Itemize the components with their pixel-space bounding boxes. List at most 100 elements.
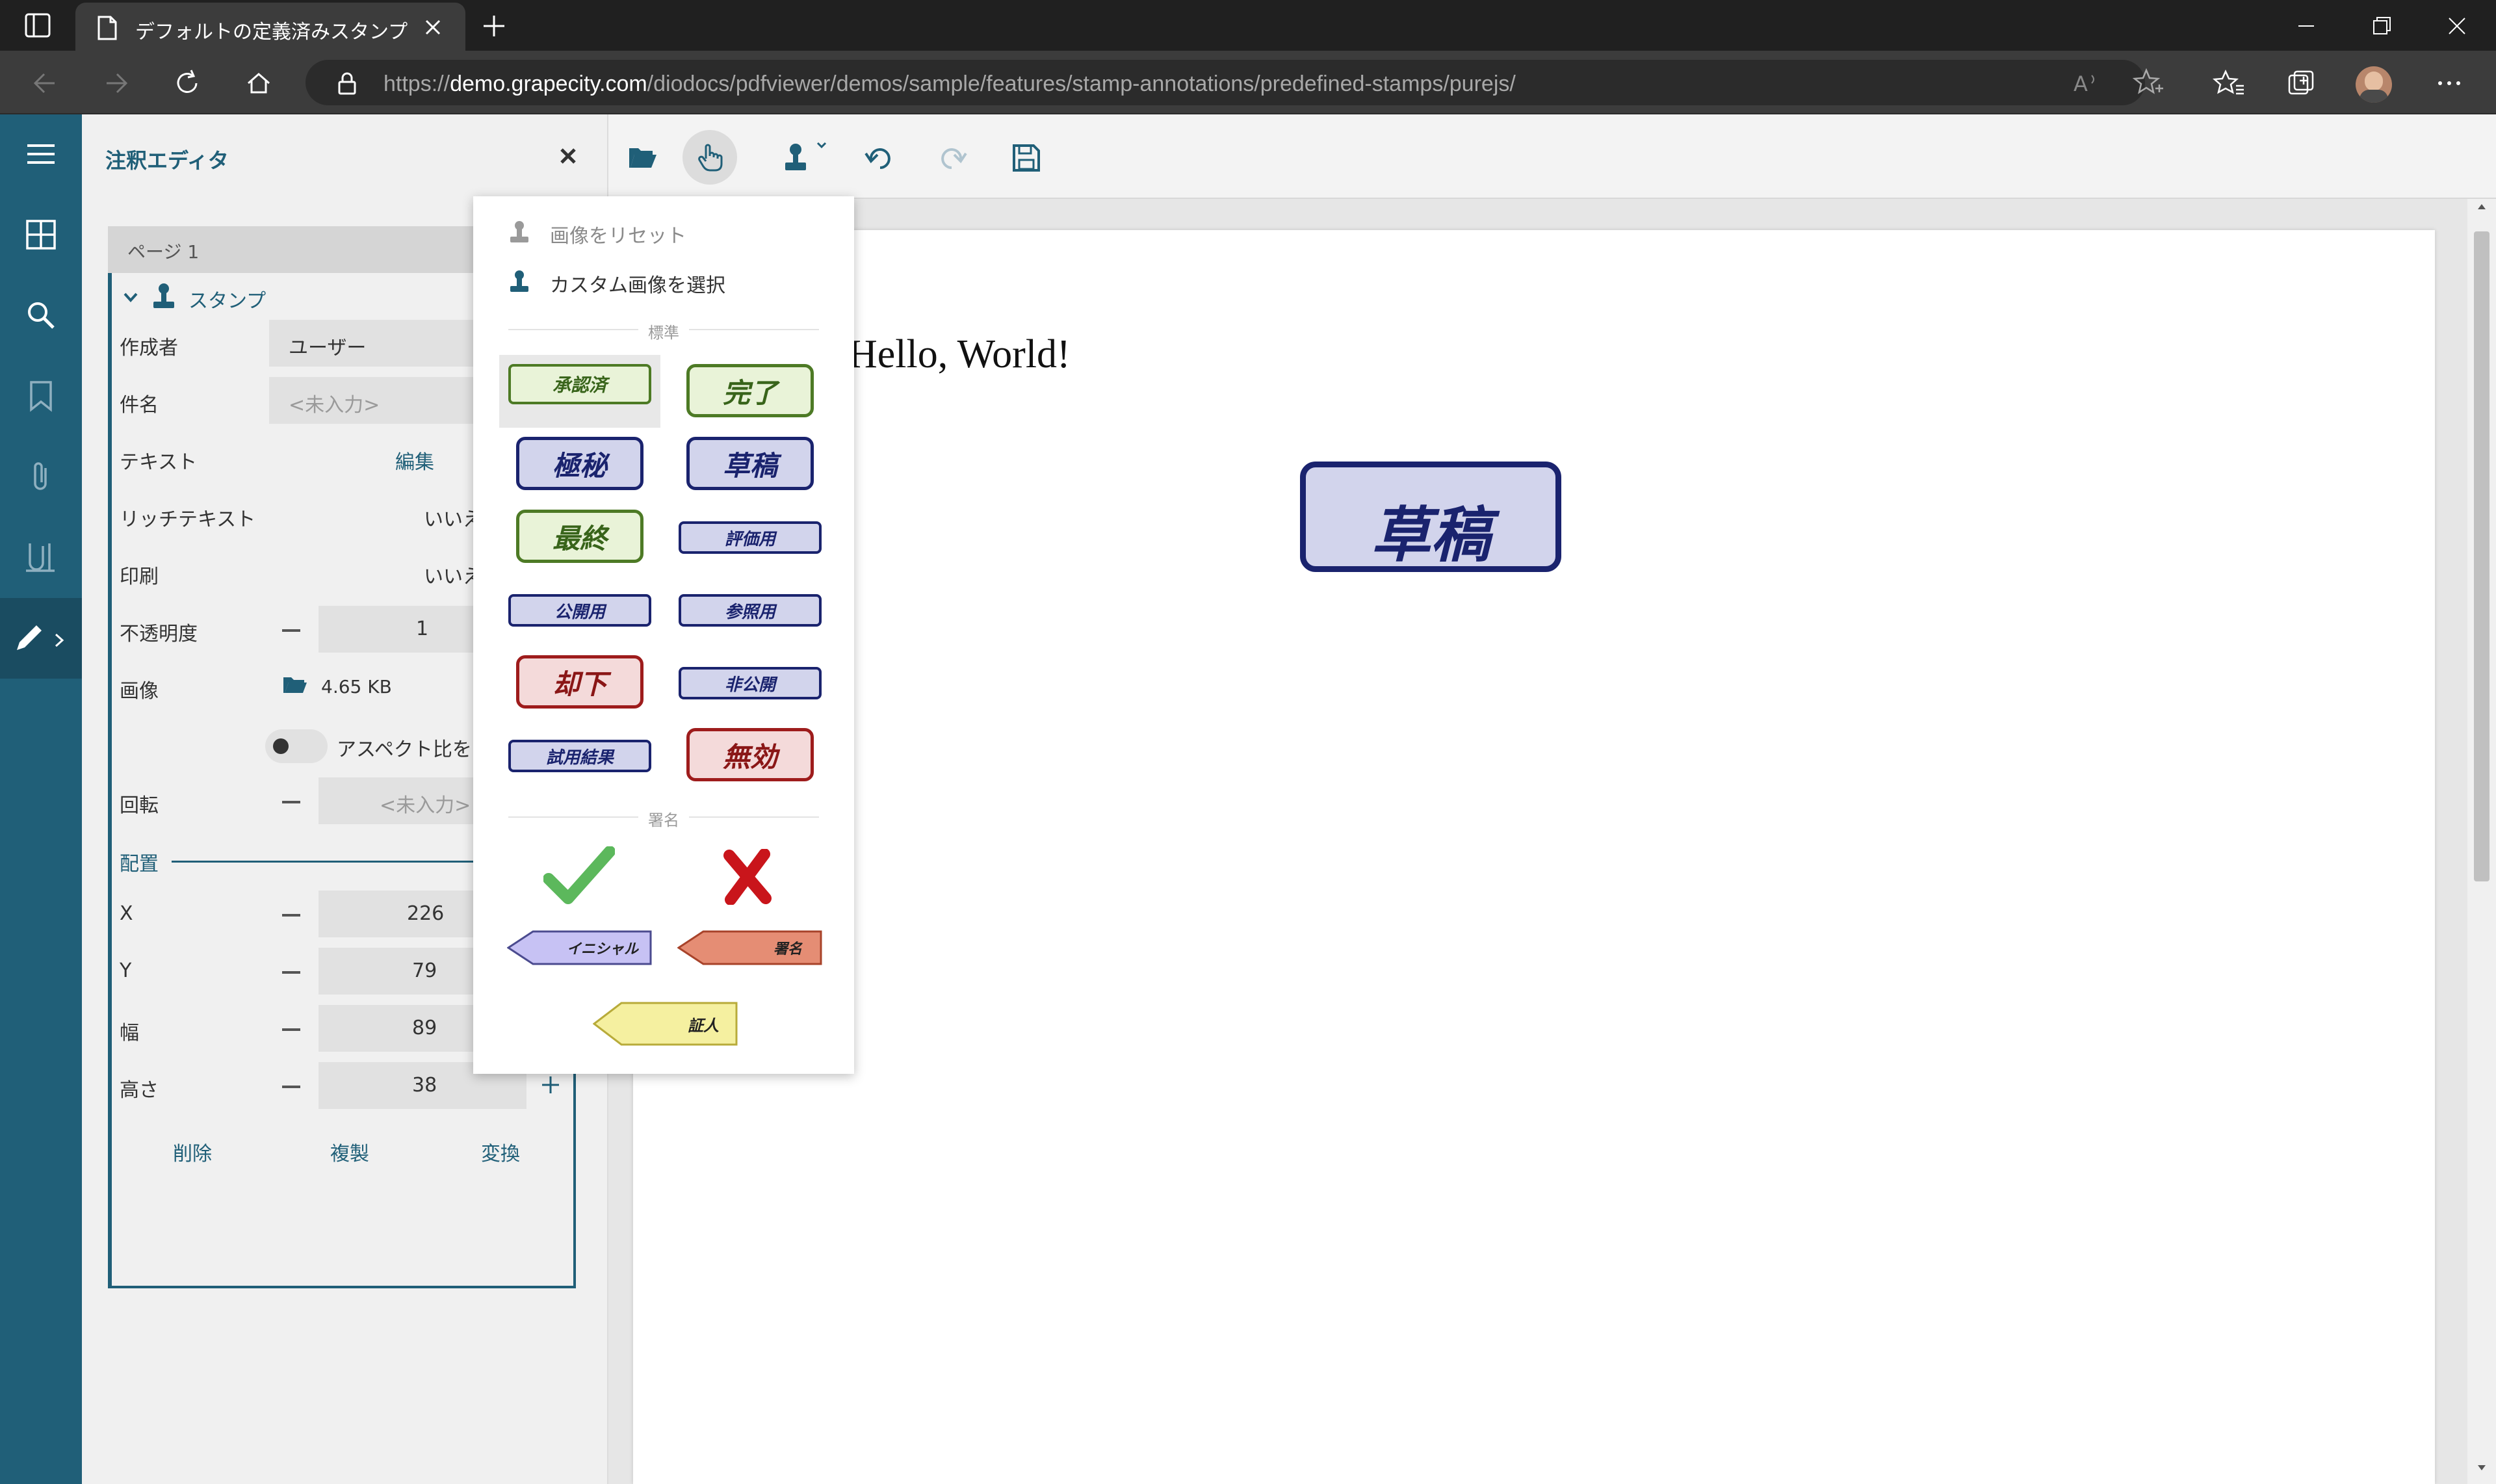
- height-increment-icon[interactable]: [540, 1074, 562, 1096]
- stamp-for-reference[interactable]: 参照用: [679, 594, 822, 627]
- stamp-tool-button[interactable]: [771, 130, 827, 185]
- page-label: ページ 1: [127, 241, 200, 263]
- width-value: 89: [412, 1017, 437, 1039]
- witness-tag-label: 証人: [688, 1017, 719, 1035]
- standard-section-label: 標準: [648, 324, 679, 342]
- width-decrement[interactable]: [282, 1028, 300, 1031]
- folder-icon[interactable]: [282, 673, 308, 696]
- print-label: 印刷: [120, 566, 159, 588]
- structure-button[interactable]: [0, 517, 82, 598]
- opacity-value: 1: [416, 618, 429, 640]
- stamp-dropdown-menu: 画像をリセット カスタム画像を選択 標準 承認済 完了 極秘 草稿 最終 評価用…: [473, 196, 854, 1074]
- chevron-down-icon[interactable]: [121, 287, 140, 307]
- bookmark-icon: [30, 381, 52, 412]
- stamp-draft[interactable]: 草稿: [686, 437, 814, 490]
- bookmarks-button[interactable]: [0, 356, 82, 437]
- refresh-icon[interactable]: [170, 66, 204, 100]
- height-decrement[interactable]: [282, 1086, 300, 1088]
- stamp-void[interactable]: 無効: [686, 728, 814, 781]
- annotation-editor-button[interactable]: [0, 598, 82, 679]
- avatar-face: [2365, 72, 2383, 91]
- x-mark-stamp-icon[interactable]: [722, 849, 774, 905]
- new-tab-icon[interactable]: [478, 10, 510, 42]
- y-decrement[interactable]: [282, 971, 300, 974]
- opacity-decrement[interactable]: [282, 629, 300, 632]
- close-editor-icon[interactable]: [555, 143, 581, 169]
- stamp-confidential[interactable]: 極秘: [516, 437, 644, 490]
- scroll-down-icon[interactable]: [2475, 1463, 2488, 1473]
- profile-avatar[interactable]: [2356, 66, 2392, 103]
- y-label: Y: [120, 959, 132, 982]
- reset-image-item[interactable]: 画像をリセット: [473, 208, 854, 255]
- attachments-button[interactable]: [0, 437, 82, 517]
- redo-button[interactable]: [926, 130, 980, 185]
- opacity-label: 不透明度: [120, 623, 198, 645]
- select-custom-image-item[interactable]: カスタム画像を選択: [473, 257, 854, 304]
- x-decrement[interactable]: [282, 914, 300, 917]
- close-window-icon[interactable]: [2441, 10, 2473, 42]
- stamp-final[interactable]: 最終: [516, 510, 644, 563]
- rotation-decrement[interactable]: [282, 801, 300, 803]
- more-icon[interactable]: [2432, 66, 2466, 100]
- structure-icon: [26, 543, 55, 572]
- text-edit-link[interactable]: 編集: [395, 446, 434, 475]
- read-aloud-icon[interactable]: A: [2070, 66, 2103, 100]
- rich-text-label: リッチテキスト: [120, 508, 256, 531]
- pan-tool-button[interactable]: [682, 130, 737, 185]
- stamp-rejected[interactable]: 却下: [516, 655, 644, 709]
- back-icon[interactable]: [29, 66, 62, 100]
- height-value: 38: [412, 1074, 437, 1097]
- duplicate-button[interactable]: 複製: [330, 1138, 369, 1166]
- pdf-page[interactable]: [633, 230, 2435, 1484]
- undo-icon: [864, 148, 890, 169]
- aspect-ratio-toggle[interactable]: [265, 729, 328, 763]
- browser-tab-bar: デフォルトの定義済みスタンプ: [0, 0, 2496, 51]
- lock-icon[interactable]: [334, 70, 360, 96]
- placed-stamp-annotation[interactable]: 草稿: [1300, 462, 1561, 572]
- chevron-right-icon: [55, 633, 64, 647]
- close-tab-icon[interactable]: [420, 14, 446, 40]
- thumbnails-button[interactable]: [0, 195, 82, 276]
- editor-header: 注釈エディタ: [82, 114, 608, 199]
- paperclip-icon: [34, 462, 47, 490]
- search-button[interactable]: [0, 276, 82, 356]
- forward-icon[interactable]: [99, 66, 133, 100]
- select-custom-image-label: カスタム画像を選択: [550, 274, 725, 297]
- document-text: Hello, World!: [848, 332, 1071, 376]
- browser-tab[interactable]: デフォルトの定義済みスタンプ: [75, 3, 465, 51]
- convert-button[interactable]: 変換: [481, 1138, 520, 1166]
- collections-icon[interactable]: [2284, 66, 2318, 100]
- editor-title: 注釈エディタ: [105, 148, 229, 173]
- stamp-approved[interactable]: 承認済: [508, 364, 651, 404]
- vertical-scrollbar[interactable]: [2467, 199, 2496, 1484]
- divider: [689, 329, 819, 330]
- check-mark-stamp-icon[interactable]: [543, 846, 615, 905]
- layout-section-label: 配置: [120, 853, 159, 876]
- open-file-button[interactable]: [615, 130, 670, 185]
- save-icon: [1013, 144, 1040, 172]
- stamp-for-evaluation[interactable]: 評価用: [679, 521, 822, 554]
- stamp-completed[interactable]: 完了: [686, 364, 814, 417]
- save-button[interactable]: [998, 130, 1053, 185]
- scrollbar-thumb[interactable]: [2474, 231, 2490, 881]
- home-icon[interactable]: [242, 66, 276, 100]
- stamp-for-public[interactable]: 公開用: [508, 594, 651, 627]
- restore-icon[interactable]: [2366, 10, 2397, 42]
- placed-stamp-label: 草稿: [1370, 501, 1490, 570]
- stamp-private[interactable]: 非公開: [679, 667, 822, 699]
- pdf-viewer-app: 注釈エディタ ページ 1 スタンプ 作成者 ユーザー 件名 <未入力> テキスト: [0, 114, 2496, 1484]
- favorites-icon[interactable]: [2213, 66, 2246, 100]
- page-icon: [98, 16, 117, 40]
- minimize-icon[interactable]: [2291, 10, 2322, 42]
- stamp-icon: [153, 283, 174, 308]
- rotation-placeholder: <未入力>: [380, 794, 471, 817]
- stamp-trial-result[interactable]: 試用結果: [508, 740, 651, 772]
- menu-button[interactable]: [0, 114, 82, 195]
- tab-actions-icon[interactable]: [23, 12, 52, 39]
- scroll-up-icon[interactable]: [2475, 202, 2488, 212]
- delete-button[interactable]: 削除: [173, 1138, 212, 1166]
- rotation-label: 回転: [120, 794, 159, 817]
- add-favorite-icon[interactable]: [2131, 66, 2164, 100]
- url-field[interactable]: https://demo.grapecity.com/diodocs/pdfvi…: [306, 60, 2145, 105]
- undo-button[interactable]: [852, 130, 906, 185]
